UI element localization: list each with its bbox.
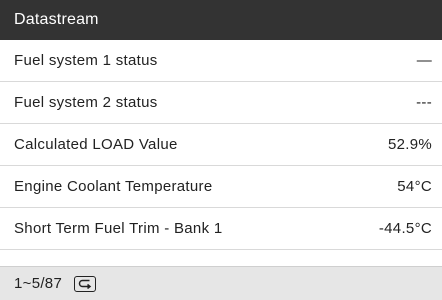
datastream-list: Fuel system 1 status — Fuel system 2 sta… [0, 40, 442, 266]
list-item-label: Engine Coolant Temperature [14, 178, 213, 195]
list-item-value: 54°C [397, 178, 432, 195]
list-item-label: Calculated LOAD Value [14, 136, 178, 153]
list-item-short-term-fuel-trim-bank-1[interactable]: Short Term Fuel Trim - Bank 1 -44.5°C [0, 208, 442, 250]
list-item-label: Short Term Fuel Trim - Bank 1 [14, 220, 223, 237]
list-item-value: — [416, 52, 432, 69]
title-bar: Datastream [0, 0, 442, 40]
datastream-screen: Datastream Fuel system 1 status — Fuel s… [0, 0, 442, 300]
list-item-value: -44.5°C [378, 220, 432, 237]
list-item-value: --- [416, 94, 432, 111]
list-item-engine-coolant-temperature[interactable]: Engine Coolant Temperature 54°C [0, 166, 442, 208]
return-icon [78, 279, 92, 289]
list-item-label: Fuel system 2 status [14, 94, 158, 111]
footer-bar: 1~5/87 [0, 266, 442, 300]
list-item-label: Fuel system 1 status [14, 52, 158, 69]
list-item-calculated-load-value[interactable]: Calculated LOAD Value 52.9% [0, 124, 442, 166]
page-indicator: 1~5/87 [14, 275, 63, 292]
list-item-fuel-system-1-status[interactable]: Fuel system 1 status — [0, 40, 442, 82]
page-title: Datastream [14, 11, 99, 28]
back-button[interactable] [74, 275, 97, 292]
list-item-value: 52.9% [387, 136, 432, 153]
list-item-fuel-system-2-status[interactable]: Fuel system 2 status --- [0, 82, 442, 124]
